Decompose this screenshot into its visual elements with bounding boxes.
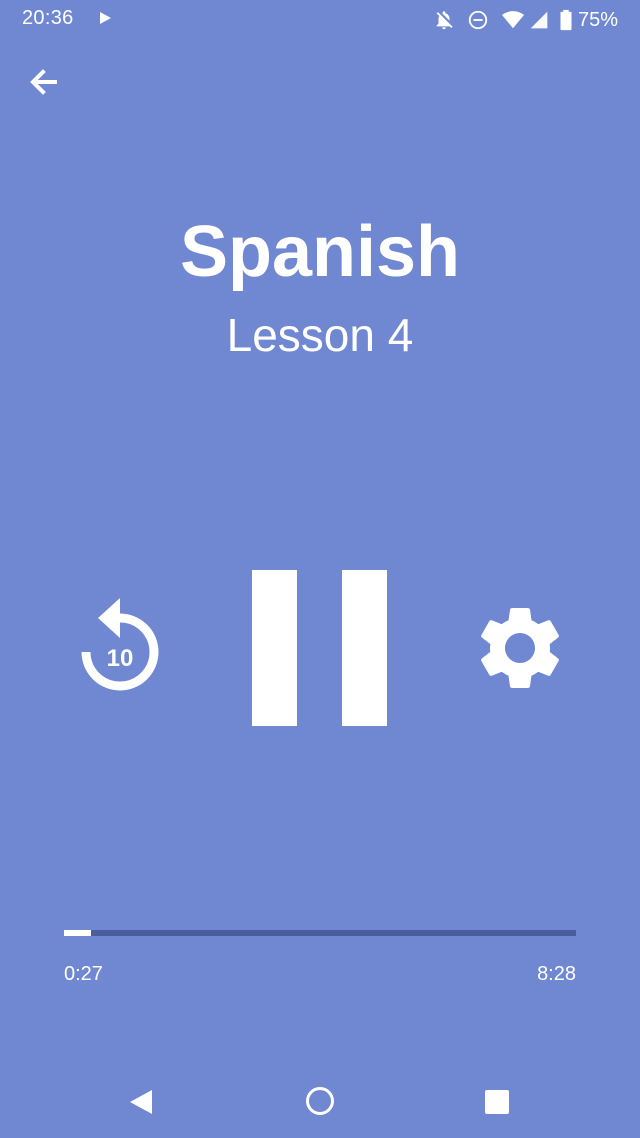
back-button[interactable] (24, 62, 64, 102)
lesson-subtitle: Lesson 4 (226, 309, 414, 361)
lesson-title: Spanish (179, 212, 461, 292)
progress-slider[interactable] (64, 930, 576, 936)
total-time: 8:28 (537, 963, 576, 985)
nav-recents-icon[interactable] (485, 1090, 509, 1114)
do-not-disturb-icon (468, 10, 488, 30)
status-bar: 20:36 75% (0, 0, 640, 40)
notifications-off-icon (436, 11, 453, 30)
pause-icon-right-bar (342, 570, 387, 726)
gear-icon (481, 608, 559, 688)
wifi-icon (501, 11, 524, 29)
navigation-bar (0, 1064, 640, 1138)
pause-button[interactable] (252, 570, 388, 726)
nav-back-icon[interactable] (130, 1090, 152, 1114)
replay-10-button[interactable]: 10 (76, 590, 164, 700)
status-time: 20:36 (22, 7, 74, 29)
pause-icon-left-bar (252, 570, 297, 726)
replay-10-icon: 10 (81, 598, 159, 691)
replay-seconds: 10 (107, 645, 134, 672)
status-icons: 75% (433, 6, 618, 34)
battery-icon (560, 9, 572, 31)
settings-button[interactable] (470, 598, 570, 698)
cell-signal-icon (530, 11, 548, 29)
arrow-left-icon (30, 69, 57, 95)
elapsed-time: 0:27 (64, 963, 103, 985)
battery-percent: 75% (577, 8, 618, 31)
progress-fill (64, 930, 92, 936)
nav-home-icon[interactable] (306, 1087, 334, 1115)
play-icon (100, 12, 111, 24)
